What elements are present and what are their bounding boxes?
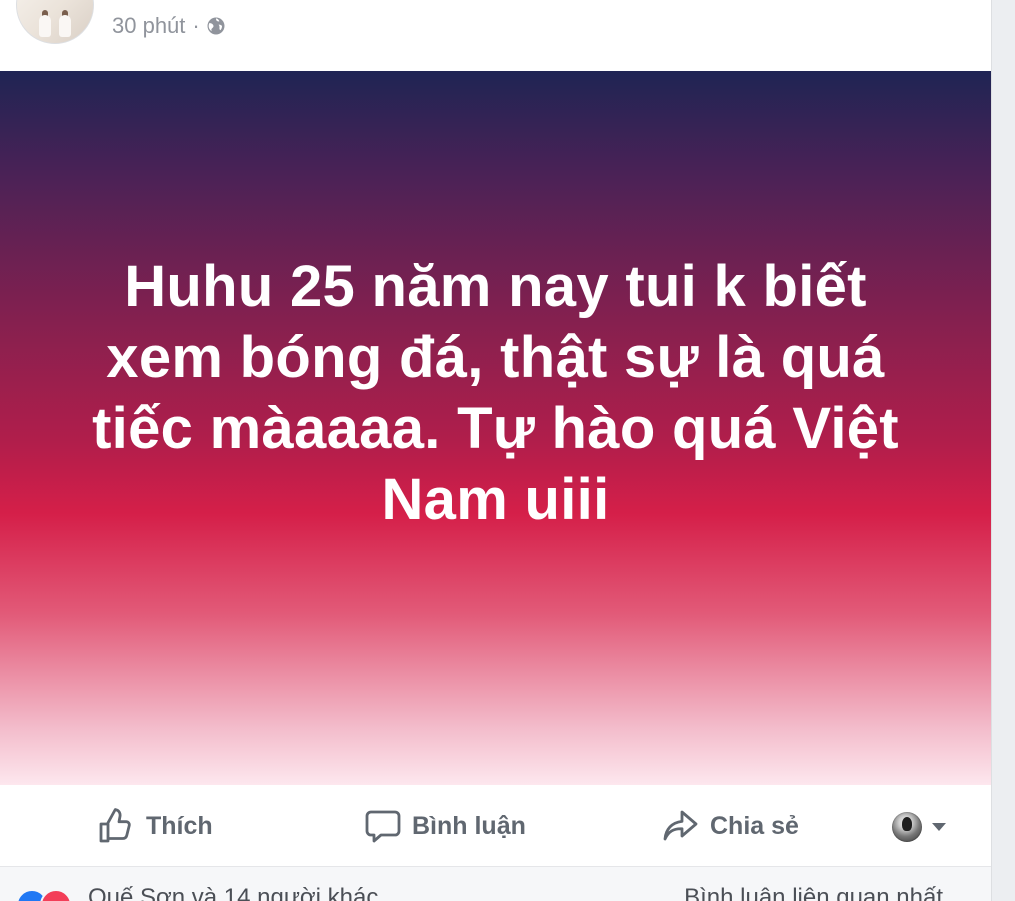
love-reaction-icon: [40, 889, 72, 901]
current-user-avatar: [892, 812, 922, 842]
like-label: Thích: [146, 811, 213, 840]
post-action-bar: Thích Bình luận Chia sẻ: [0, 785, 991, 867]
post-timestamp[interactable]: 30 phút: [112, 13, 185, 39]
share-button[interactable]: Chia sẻ: [662, 807, 799, 845]
author-avatar[interactable]: [16, 0, 94, 44]
share-label: Chia sẻ: [710, 811, 799, 840]
post-gradient-background: Huhu 25 năm nay tui k biết xem bóng đá, …: [0, 71, 991, 785]
post-message: Huhu 25 năm nay tui k biết xem bóng đá, …: [92, 254, 899, 532]
reactions-summary-row: Quế Sơn và 14 người khác Bình luận liên …: [0, 867, 991, 901]
audience-selector[interactable]: [892, 812, 954, 842]
page-scroll-track[interactable]: [991, 0, 1015, 901]
reaction-icons[interactable]: [16, 889, 72, 901]
reaction-summary[interactable]: Quế Sơn và 14 người khác: [88, 884, 378, 901]
comment-button[interactable]: Bình luận: [364, 807, 526, 845]
share-icon: [663, 810, 698, 841]
chevron-down-icon: [932, 823, 946, 831]
globe-icon[interactable]: [206, 16, 226, 36]
post-card: 30 phút · Huhu 25 năm nay tui k biết xem…: [0, 0, 991, 901]
comment-sort-link[interactable]: Bình luận liên quan nhất: [684, 884, 943, 901]
meta-separator: ·: [192, 13, 200, 38]
comment-icon: [365, 810, 401, 843]
post-meta: 30 phút ·: [112, 12, 226, 40]
avatar-figure: [39, 15, 51, 37]
post-header: 30 phút ·: [0, 0, 991, 71]
like-icon: [99, 808, 131, 843]
like-button[interactable]: Thích: [98, 807, 213, 845]
comment-label: Bình luận: [412, 811, 526, 840]
avatar-figure: [59, 15, 71, 37]
